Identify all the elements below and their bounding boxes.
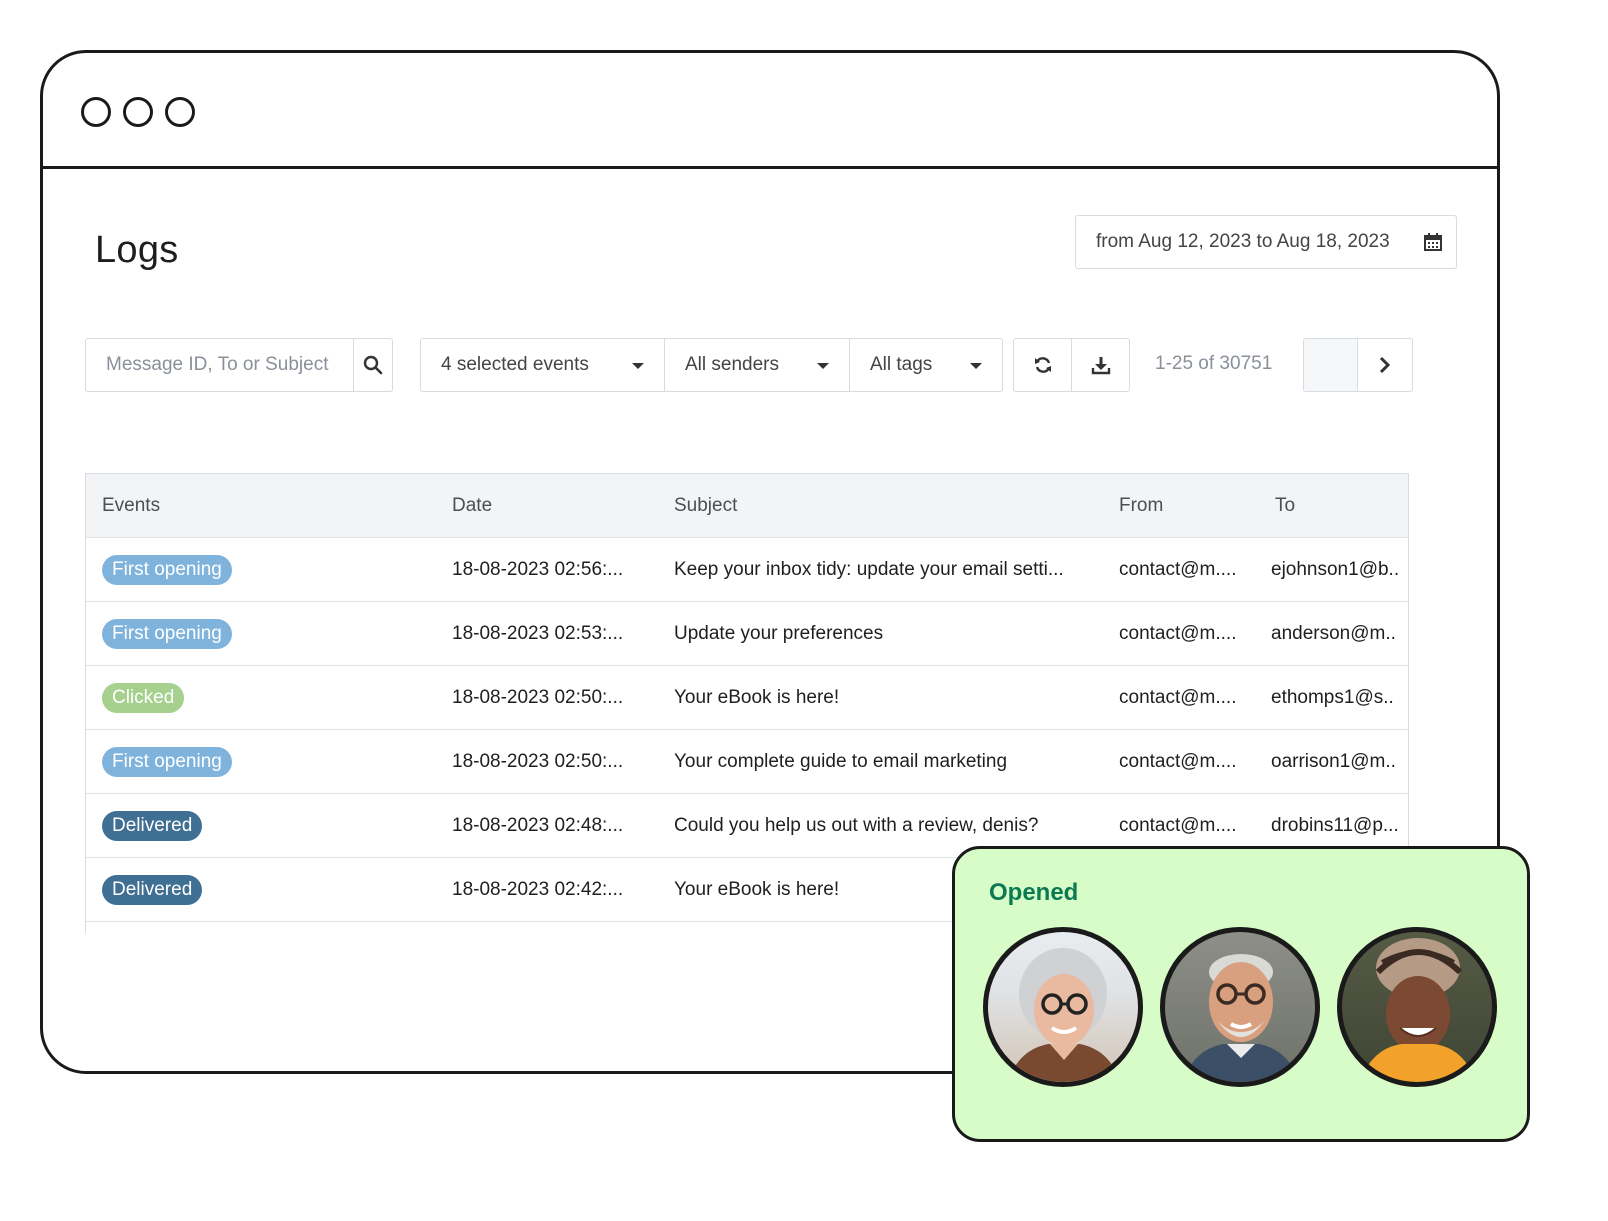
page-title: Logs [95,229,179,271]
window-control-dot[interactable] [81,97,111,127]
search-icon[interactable] [354,339,392,391]
chevron-right-icon[interactable] [1358,339,1412,391]
event-cell: First opening [102,746,232,777]
to-cell: ejohnson1@b.. [1271,558,1400,580]
tags-filter-label: All tags [870,354,933,375]
date-range-text: from Aug 12, 2023 to Aug 18, 2023 [1096,231,1390,252]
opened-card-title: Opened [989,879,1079,906]
from-cell: contact@m.... [1119,558,1237,580]
senders-filter-dropdown[interactable]: All senders [665,339,850,391]
event-cell: Delivered [102,874,203,905]
event-cell: First opening [102,618,232,649]
event-badge: First opening [102,746,232,777]
event-cell: First opening [102,554,232,585]
filter-group: 4 selected events All senders All tags [420,338,1003,392]
table-row[interactable]: First opening 18-08-2023 02:53:... Update … [86,602,1408,666]
calendar-icon[interactable] [1410,232,1456,252]
caret-down-icon [632,363,644,369]
table-row[interactable]: First opening 18-08-2023 02:56:... Keep yo… [86,538,1408,602]
column-header-to[interactable]: To [1275,495,1295,517]
events-filter-dropdown[interactable]: 4 selected events [421,339,665,391]
tags-filter-dropdown[interactable]: All tags [850,339,1002,391]
subject-cell[interactable]: Your complete guide to email marketing [674,751,1094,773]
pagination-text: 1-25 of 30751 [1155,353,1273,374]
caret-down-icon [970,363,982,369]
table-row[interactable]: Clicked 18-08-2023 02:50:... Your eBook is… [86,666,1408,730]
date-cell: 18-08-2023 02:48:... [452,814,624,836]
from-cell: contact@m.... [1119,750,1237,772]
refresh-icon [1034,357,1051,373]
avatar-woman-headwrap [1337,927,1497,1087]
to-cell: ethomps1@s.. [1271,686,1394,708]
event-badge: Delivered [102,810,203,841]
date-cell: 18-08-2023 02:42:... [452,878,624,900]
to-cell: drobins11@p... [1271,814,1399,836]
to-cell: oarrison1@m.. [1271,750,1396,772]
date-cell: 18-08-2023 02:53:... [452,622,624,644]
date-range-picker[interactable]: from Aug 12, 2023 to Aug 18, 2023 [1075,215,1457,269]
pagination-controls [1303,338,1413,392]
to-cell: anderson@m.. [1271,622,1396,644]
avatar-man-glasses [1160,927,1320,1087]
prev-page-button[interactable] [1304,339,1359,391]
from-cell: contact@m.... [1119,686,1237,708]
from-cell: contact@m.... [1119,814,1237,836]
search-box [85,338,393,392]
action-group [1013,338,1130,392]
event-badge: Clicked [102,682,185,713]
subject-cell[interactable]: Update your preferences [674,623,1094,645]
subject-cell[interactable]: Could you help us out with a review, den… [674,815,1094,837]
column-header-from[interactable]: From [1119,495,1163,517]
event-cell: Delivered [102,810,203,841]
event-cell: Clicked [102,682,185,713]
events-filter-label: 4 selected events [441,354,589,375]
date-cell: 18-08-2023 02:50:... [452,686,624,708]
window-control-dot[interactable] [123,97,153,127]
window-control-dot[interactable] [165,97,195,127]
event-badge: Delivered [102,874,203,905]
table-header-row: Events Date Subject From To [86,474,1408,538]
refresh-button[interactable] [1014,339,1072,391]
senders-filter-label: All senders [685,354,779,375]
subject-cell[interactable]: Keep your inbox tidy: update your email … [674,559,1094,581]
column-header-subject[interactable]: Subject [674,495,1094,517]
event-badge: First opening [102,618,232,649]
date-cell: 18-08-2023 02:50:... [452,750,624,772]
search-input[interactable] [86,339,354,391]
event-badge: First opening [102,554,232,585]
download-button[interactable] [1072,339,1129,391]
download-icon [1091,357,1110,375]
opened-card: Opened [952,846,1530,1142]
window-titlebar [43,53,1497,169]
table-row[interactable]: First opening 18-08-2023 02:50:... Your co… [86,730,1408,794]
column-header-events[interactable]: Events [102,495,160,517]
from-cell: contact@m.... [1119,622,1237,644]
subject-cell[interactable]: Your eBook is here! [674,687,1094,709]
date-cell: 18-08-2023 02:56:... [452,558,624,580]
avatar-woman-glasses [983,927,1143,1087]
caret-down-icon [817,363,829,369]
column-header-date[interactable]: Date [452,495,492,517]
